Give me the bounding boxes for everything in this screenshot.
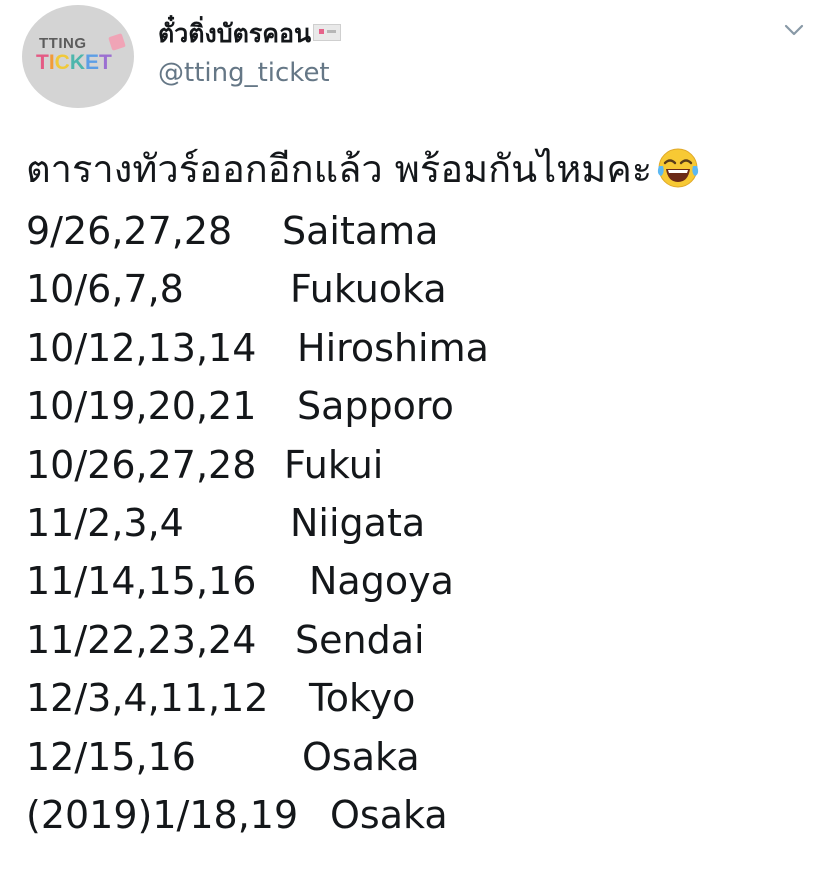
avatar-logo-letter: T bbox=[36, 51, 49, 74]
ticket-icon bbox=[108, 33, 126, 51]
schedule-row: 11/14,15,16 Nagoya bbox=[26, 552, 816, 610]
schedule-date: 9/26,27,28 bbox=[26, 209, 233, 253]
schedule-row: (2019)1/18,19 Osaka bbox=[26, 786, 816, 844]
avatar-logo-letter: T bbox=[99, 51, 112, 74]
schedule-date: (2019)1/18,19 bbox=[26, 792, 299, 837]
face-with-tears-of-joy-icon bbox=[658, 148, 699, 187]
schedule-city: Fukuoka bbox=[290, 267, 447, 312]
user-handle[interactable]: @tting_ticket bbox=[158, 58, 330, 88]
avatar-logo-top: TTING bbox=[39, 35, 87, 52]
avatar-logo-bottom: TICKET bbox=[36, 51, 112, 75]
schedule-row: 12/3,4,11,12 Tokyo bbox=[26, 669, 816, 727]
display-name-text: ตั๋วติ่งบัตรคอน bbox=[158, 19, 312, 48]
schedule-row: 10/19,20,21 Sapporo bbox=[26, 377, 816, 435]
schedule-row: 10/12,13,14 Hiroshima bbox=[26, 319, 816, 377]
schedule-date: 11/22,23,24 bbox=[26, 617, 257, 662]
avatar-logo-letter: E bbox=[85, 51, 100, 74]
ticket-icon bbox=[313, 23, 342, 41]
tweet-intro: ตารางทัวร์ออกอีกแล้ว พร้อมกันไหมคะ bbox=[26, 144, 816, 202]
schedule-row: 10/6,7,8 Fukuoka bbox=[26, 260, 816, 318]
schedule-city: Tokyo bbox=[309, 676, 416, 721]
chevron-down-icon[interactable] bbox=[781, 18, 807, 42]
schedule-city: Osaka bbox=[302, 734, 420, 779]
schedule-date: 11/2,3,4 bbox=[26, 500, 184, 545]
schedule-date: 10/6,7,8 bbox=[26, 267, 184, 312]
schedule-date: 12/3,4,11,12 bbox=[26, 676, 269, 721]
tweet-text: ตารางทัวร์ออกอีกแล้ว พร้อมกันไหมคะ 9/26,… bbox=[26, 144, 816, 844]
tweet-intro-text: ตารางทัวร์ออกอีกแล้ว พร้อมกันไหมคะ bbox=[26, 147, 653, 191]
schedule-row: 11/22,23,24 Sendai bbox=[26, 611, 816, 669]
schedule-city: Hiroshima bbox=[297, 325, 489, 370]
avatar[interactable]: TTING TICKET bbox=[22, 5, 134, 108]
tour-schedule-list: 9/26,27,28 Saitama 10/6,7,8 Fukuoka 10/12,13… bbox=[26, 202, 816, 844]
schedule-city: Fukui bbox=[284, 442, 384, 487]
schedule-city: Sapporo bbox=[297, 384, 454, 429]
schedule-city: Niigata bbox=[290, 500, 426, 545]
schedule-row: 12/15,16 Osaka bbox=[26, 728, 816, 786]
schedule-city: Nagoya bbox=[309, 559, 454, 604]
avatar-logo-letter: C bbox=[54, 51, 70, 74]
schedule-date: 10/26,27,28 bbox=[26, 442, 257, 487]
schedule-date: 10/19,20,21 bbox=[26, 384, 257, 429]
schedule-row: 10/26,27,28 Fukui bbox=[26, 436, 816, 494]
display-name[interactable]: ตั๋วติ่งบัตรคอน bbox=[158, 14, 342, 54]
schedule-date: 12/15,16 bbox=[26, 734, 196, 779]
schedule-city: Sendai bbox=[295, 617, 425, 662]
schedule-city: Osaka bbox=[330, 792, 448, 837]
schedule-city: Saitama bbox=[282, 209, 439, 253]
schedule-row: 11/2,3,4 Niigata bbox=[26, 494, 816, 552]
schedule-date: 11/14,15,16 bbox=[26, 559, 257, 604]
tweet-card: TTING TICKET ตั๋วติ่งบัตรคอน @tting_tick… bbox=[0, 0, 820, 881]
schedule-row: 9/26,27,28 Saitama bbox=[26, 202, 816, 260]
schedule-date: 10/12,13,14 bbox=[26, 325, 257, 370]
avatar-logo-letter: K bbox=[69, 51, 86, 74]
